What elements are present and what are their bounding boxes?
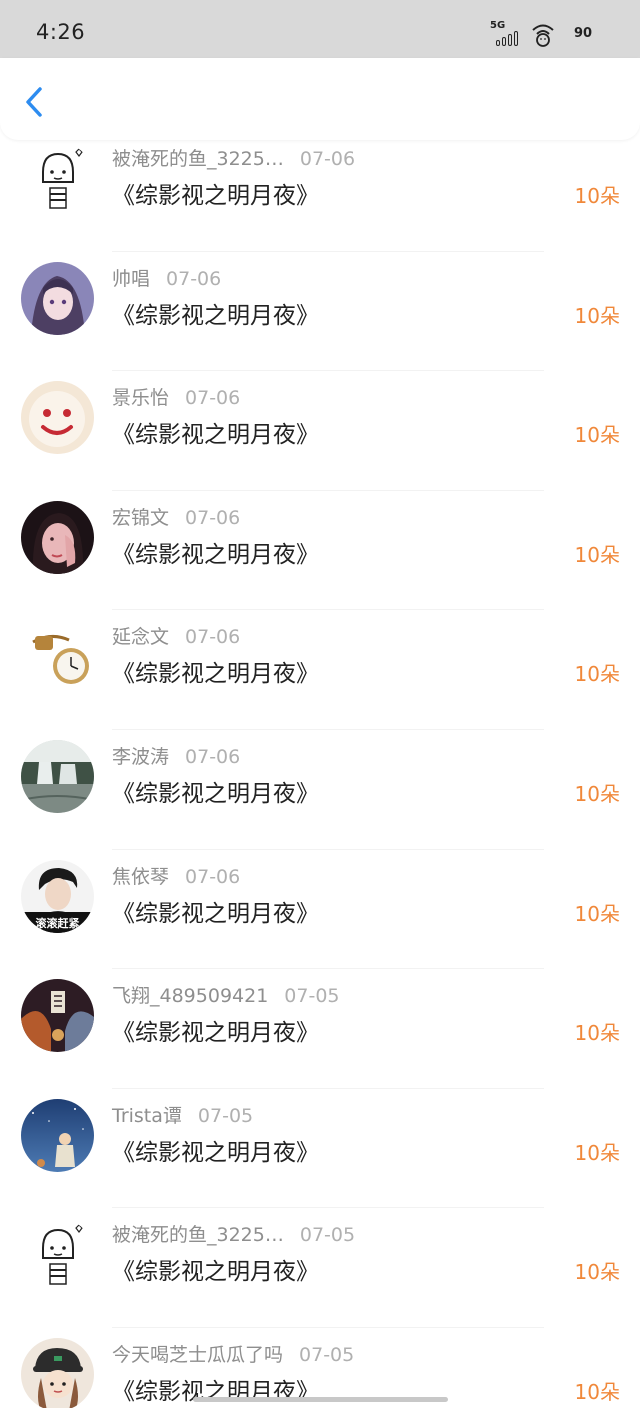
avatar[interactable] bbox=[21, 142, 94, 215]
book-title: 《综影视之明月夜》 bbox=[112, 1020, 319, 1047]
list-item[interactable]: 飞翔_489509421 07-05 《综影视之明月夜》 10朵 bbox=[0, 969, 640, 1089]
list-item[interactable]: Trista谭 07-05 《综影视之明月夜》 10朵 bbox=[0, 1089, 640, 1209]
list-item[interactable]: 延念文 07-06 《综影视之明月夜》 10朵 bbox=[0, 610, 640, 730]
flower-count: 10朵 bbox=[574, 303, 620, 328]
post-date: 07-06 bbox=[299, 148, 356, 170]
flower-count: 10朵 bbox=[574, 1379, 620, 1404]
status-icons: 5G 90 bbox=[490, 16, 600, 50]
flower-count: 10朵 bbox=[574, 542, 620, 567]
avatar[interactable] bbox=[21, 979, 94, 1053]
battery-indicator: 90 bbox=[573, 25, 593, 41]
user-name: Trista谭 bbox=[112, 1104, 182, 1127]
book-title: 《综影视之明月夜》 bbox=[112, 900, 319, 927]
status-bar: 4:26 5G 90 bbox=[0, 0, 640, 62]
user-name: 延念文 bbox=[112, 626, 170, 649]
item-meta: 被淹死的鱼_3225… 07-05 bbox=[112, 1220, 355, 1247]
list-item[interactable]: 被淹死的鱼_3225… 07-06 《综影视之明月夜》 10朵 bbox=[0, 132, 640, 252]
avatar[interactable] bbox=[21, 1218, 94, 1292]
user-name: 今天喝芝士瓜瓜了吗 bbox=[112, 1343, 284, 1366]
book-title: 《综影视之明月夜》 bbox=[112, 1259, 319, 1286]
item-meta: 今天喝芝士瓜瓜了吗 07-05 bbox=[112, 1340, 354, 1367]
navigation-bar bbox=[0, 58, 640, 140]
user-name: 宏锦文 bbox=[112, 506, 170, 529]
list-item[interactable]: 滚滚赶紧 焦依琴 07-06 《综影视之明月夜》 10朵 bbox=[0, 850, 640, 970]
flower-count: 10朵 bbox=[574, 901, 620, 926]
post-date: 07-06 bbox=[185, 626, 241, 649]
book-title: 《综影视之明月夜》 bbox=[112, 1139, 319, 1166]
svg-text:滚滚赶紧: 滚滚赶紧 bbox=[36, 916, 80, 930]
avatar[interactable] bbox=[21, 381, 94, 455]
flower-count: 10朵 bbox=[574, 184, 620, 208]
item-meta: 李波涛 07-06 bbox=[112, 742, 240, 769]
flower-count: 10朵 bbox=[574, 1140, 620, 1165]
avatar[interactable] bbox=[21, 261, 94, 335]
item-meta: 延念文 07-06 bbox=[112, 622, 240, 649]
list-item[interactable]: 今天喝芝士瓜瓜了吗 07-05 《综影视之明月夜》 10朵 bbox=[0, 1328, 640, 1408]
post-date: 07-06 bbox=[185, 745, 241, 768]
book-title: 《综影视之明月夜》 bbox=[112, 422, 319, 449]
user-name: 焦依琴 bbox=[112, 865, 170, 888]
supporter-list: 被淹死的鱼_3225… 07-06 《综影视之明月夜》 10朵 帅唱 07-06 《综影视之… bbox=[0, 132, 640, 1408]
book-title: 《综影视之明月夜》 bbox=[112, 780, 319, 807]
user-name: 飞翔_489509421 bbox=[112, 985, 269, 1008]
item-meta: 宏锦文 07-06 bbox=[112, 503, 240, 530]
item-meta: 被淹死的鱼_3225… 07-06 bbox=[112, 144, 355, 171]
user-name: 被淹死的鱼_3225… bbox=[112, 1224, 284, 1247]
avatar[interactable] bbox=[21, 1337, 94, 1408]
list-item[interactable]: 景乐怡 07-06 《综影视之明月夜》 10朵 bbox=[0, 371, 640, 491]
user-name: 李波涛 bbox=[112, 745, 170, 768]
list-item[interactable]: 宏锦文 07-06 《综影视之明月夜》 10朵 bbox=[0, 491, 640, 611]
post-date: 07-06 bbox=[166, 267, 222, 290]
item-meta: 焦依琴 07-06 bbox=[112, 862, 240, 889]
book-title: 《综影视之明月夜》 bbox=[112, 661, 319, 688]
list-item[interactable]: 被淹死的鱼_3225… 07-05 《综影视之明月夜》 10朵 bbox=[0, 1208, 640, 1328]
post-date: 07-06 bbox=[185, 865, 241, 888]
flower-count: 10朵 bbox=[574, 781, 620, 806]
list-item[interactable]: 李波涛 07-06 《综影视之明月夜》 10朵 bbox=[0, 730, 640, 850]
home-indicator[interactable] bbox=[193, 1397, 448, 1402]
post-date: 07-06 bbox=[185, 387, 241, 410]
avatar[interactable]: 滚滚赶紧 bbox=[21, 859, 94, 933]
avatar[interactable] bbox=[21, 1098, 94, 1172]
network-type-label: 5G bbox=[490, 20, 506, 31]
status-time: 4:26 bbox=[36, 20, 86, 44]
back-button[interactable] bbox=[16, 82, 52, 122]
book-title: 《综影视之明月夜》 bbox=[112, 541, 319, 568]
user-name: 景乐怡 bbox=[112, 387, 170, 410]
post-date: 07-05 bbox=[284, 985, 340, 1008]
item-meta: 飞翔_489509421 07-05 bbox=[112, 981, 340, 1008]
post-date: 07-06 bbox=[185, 506, 241, 529]
cellular-signal-icon: 5G bbox=[490, 18, 520, 48]
item-meta: 景乐怡 07-06 bbox=[112, 383, 240, 410]
avatar[interactable] bbox=[21, 739, 94, 813]
user-name: 被淹死的鱼_3225… bbox=[112, 148, 284, 170]
book-title: 《综影视之明月夜》 bbox=[112, 183, 319, 209]
user-name: 帅唱 bbox=[112, 267, 151, 290]
avatar[interactable] bbox=[21, 620, 94, 694]
wifi-icon bbox=[532, 24, 554, 47]
post-date: 07-05 bbox=[197, 1104, 254, 1127]
book-title: 《综影视之明月夜》 bbox=[112, 302, 319, 329]
post-date: 07-05 bbox=[299, 1224, 356, 1247]
list-item[interactable]: 帅唱 07-06 《综影视之明月夜》 10朵 bbox=[0, 252, 640, 372]
item-meta: 帅唱 07-06 bbox=[112, 264, 221, 291]
flower-count: 10朵 bbox=[574, 1021, 620, 1046]
item-meta: Trista谭 07-05 bbox=[112, 1101, 253, 1128]
chevron-left-icon bbox=[26, 87, 42, 117]
flower-count: 10朵 bbox=[574, 423, 620, 448]
avatar[interactable] bbox=[21, 500, 94, 574]
flower-count: 10朵 bbox=[574, 662, 620, 687]
flower-count: 10朵 bbox=[574, 1260, 620, 1285]
post-date: 07-05 bbox=[299, 1343, 355, 1366]
